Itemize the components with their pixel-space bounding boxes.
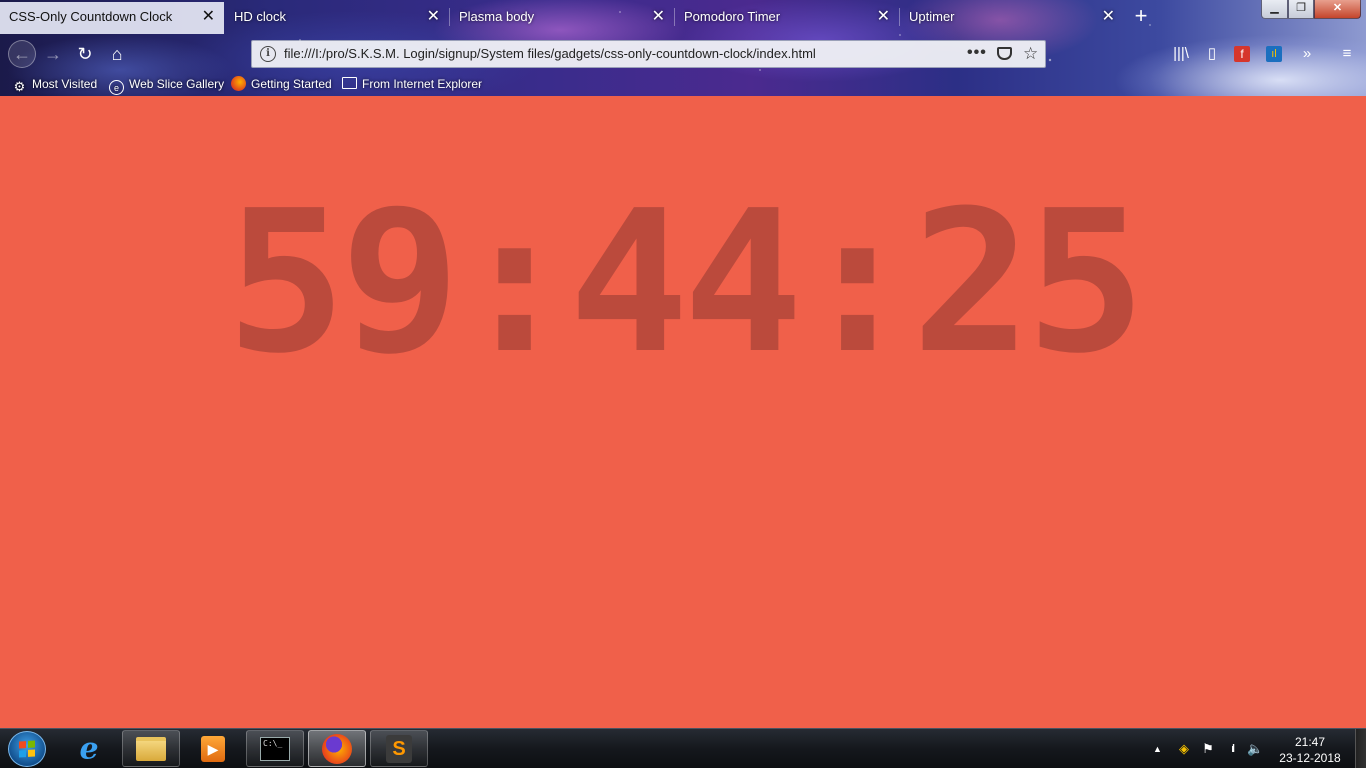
tab-title: Uptimer [909, 9, 955, 24]
tab-title: Plasma body [459, 9, 535, 24]
tab-pomodoro-timer[interactable]: Pomodoro Timer ✕ [675, 2, 899, 34]
bookmark-label: Getting Started [251, 77, 332, 91]
maximize-button[interactable]: ❐ [1288, 0, 1314, 19]
internet-explorer-icon: e [79, 731, 99, 766]
media-player-icon: ▶ [201, 735, 225, 762]
network-signal-icon[interactable]: ıll [1224, 741, 1240, 757]
page-content: 59:44:25 [0, 96, 1366, 728]
clock-date: 23-12-2018 [1279, 751, 1341, 765]
folder-icon [136, 736, 166, 761]
tab-close-icon[interactable]: ✕ [877, 2, 890, 32]
stats-extension-icon[interactable]: ıl [1266, 46, 1282, 62]
tab-close-icon[interactable]: ✕ [202, 2, 215, 32]
bookmark-most-visited[interactable]: ⚙ Most Visited [12, 74, 97, 94]
windows-taskbar: e ▶ C:\_ S ▲ ◈ ⚑ ıll 🔈 21:47 23-12-2018 [0, 728, 1366, 768]
bookmark-from-internet-explorer[interactable]: From Internet Explorer [342, 74, 482, 94]
tab-css-only-countdown-clock[interactable]: CSS-Only Countdown Clock ✕ [0, 2, 224, 34]
back-button[interactable]: ← [8, 40, 36, 68]
sublime-text-icon: S [386, 734, 412, 763]
tab-close-icon[interactable]: ✕ [1102, 2, 1115, 32]
page-actions-icon[interactable]: ••• [967, 41, 987, 65]
show-desktop-button[interactable] [1355, 729, 1366, 768]
tab-title: Pomodoro Timer [684, 9, 781, 24]
pocket-icon[interactable] [997, 47, 1012, 60]
navigation-toolbar: ← → ↻ ⌂ i file:///I:/pro/S.K.S.M. Login/… [0, 36, 1366, 72]
taskbar-file-explorer[interactable] [122, 730, 180, 767]
reload-button[interactable]: ↻ [72, 42, 98, 66]
volume-icon[interactable]: 🔈 [1247, 741, 1263, 757]
bookmark-getting-started[interactable]: Getting Started [231, 74, 332, 94]
sidebar-icon[interactable]: ▯ [1202, 44, 1222, 64]
library-icon[interactable]: |||\ [1171, 44, 1191, 64]
bookmark-label: Web Slice Gallery [129, 77, 225, 91]
firefox-icon [231, 76, 246, 91]
folder-icon [342, 77, 357, 89]
gear-icon: ⚙ [13, 79, 26, 94]
command-prompt-icon: C:\_ [260, 736, 290, 761]
taskbar-firefox[interactable] [308, 730, 366, 767]
tab-uptimer[interactable]: Uptimer ✕ [900, 2, 1124, 34]
action-center-flag-icon[interactable]: ⚑ [1200, 741, 1216, 757]
taskbar-sublime-text[interactable]: S [370, 730, 428, 767]
clock-time: 21:47 [1294, 735, 1326, 749]
taskbar-internet-explorer[interactable]: e [60, 730, 118, 767]
tab-close-icon[interactable]: ✕ [652, 2, 665, 32]
show-hidden-icons-button[interactable]: ▲ [1153, 729, 1162, 768]
close-window-button[interactable]: ✕ [1314, 0, 1361, 19]
tab-plasma-body[interactable]: Plasma body ✕ [450, 2, 674, 34]
tab-bar: CSS-Only Countdown Clock ✕ HD clock ✕ Pl… [0, 0, 1366, 34]
hamburger-menu-icon[interactable]: ≡ [1337, 44, 1357, 64]
overflow-menu-icon[interactable]: » [1297, 44, 1317, 64]
forward-button[interactable]: → [40, 42, 66, 66]
bookmarks-toolbar: ⚙ Most Visited e Web Slice Gallery Getting… [0, 73, 1366, 95]
taskbar-command-prompt[interactable]: C:\_ [246, 730, 304, 767]
tab-title: HD clock [234, 9, 287, 24]
firefox-icon [322, 733, 352, 764]
browser-chrome: CSS-Only Countdown Clock ✕ HD clock ✕ Pl… [0, 0, 1366, 96]
start-button[interactable] [8, 731, 46, 767]
tab-hd-clock[interactable]: HD clock ✕ [225, 2, 449, 34]
countdown-display: 59:44:25 [226, 169, 1146, 397]
minimize-button[interactable]: ▁ [1261, 0, 1288, 19]
flash-extension-icon[interactable]: f [1234, 46, 1250, 62]
address-bar[interactable]: i file:///I:/pro/S.K.S.M. Login/signup/S… [251, 40, 1046, 68]
site-info-icon[interactable]: i [260, 46, 276, 62]
new-tab-button[interactable]: + [1130, 4, 1152, 28]
system-clock[interactable]: 21:47 23-12-2018 [1278, 734, 1342, 766]
tray-app-icon[interactable]: ◈ [1176, 741, 1192, 757]
bookmark-star-icon[interactable]: ☆ [1023, 41, 1038, 67]
taskbar-media-player[interactable]: ▶ [184, 730, 242, 767]
url-text[interactable]: file:///I:/pro/S.K.S.M. Login/signup/Sys… [284, 41, 816, 67]
bookmark-label: From Internet Explorer [362, 77, 483, 91]
home-button[interactable]: ⌂ [104, 42, 130, 66]
tab-title: CSS-Only Countdown Clock [9, 9, 173, 24]
tab-close-icon[interactable]: ✕ [427, 2, 440, 32]
bookmark-label: Most Visited [32, 77, 98, 91]
globe-icon: e [109, 80, 124, 95]
bookmark-web-slice-gallery[interactable]: e Web Slice Gallery [109, 74, 224, 95]
windows-logo-icon [19, 740, 35, 758]
